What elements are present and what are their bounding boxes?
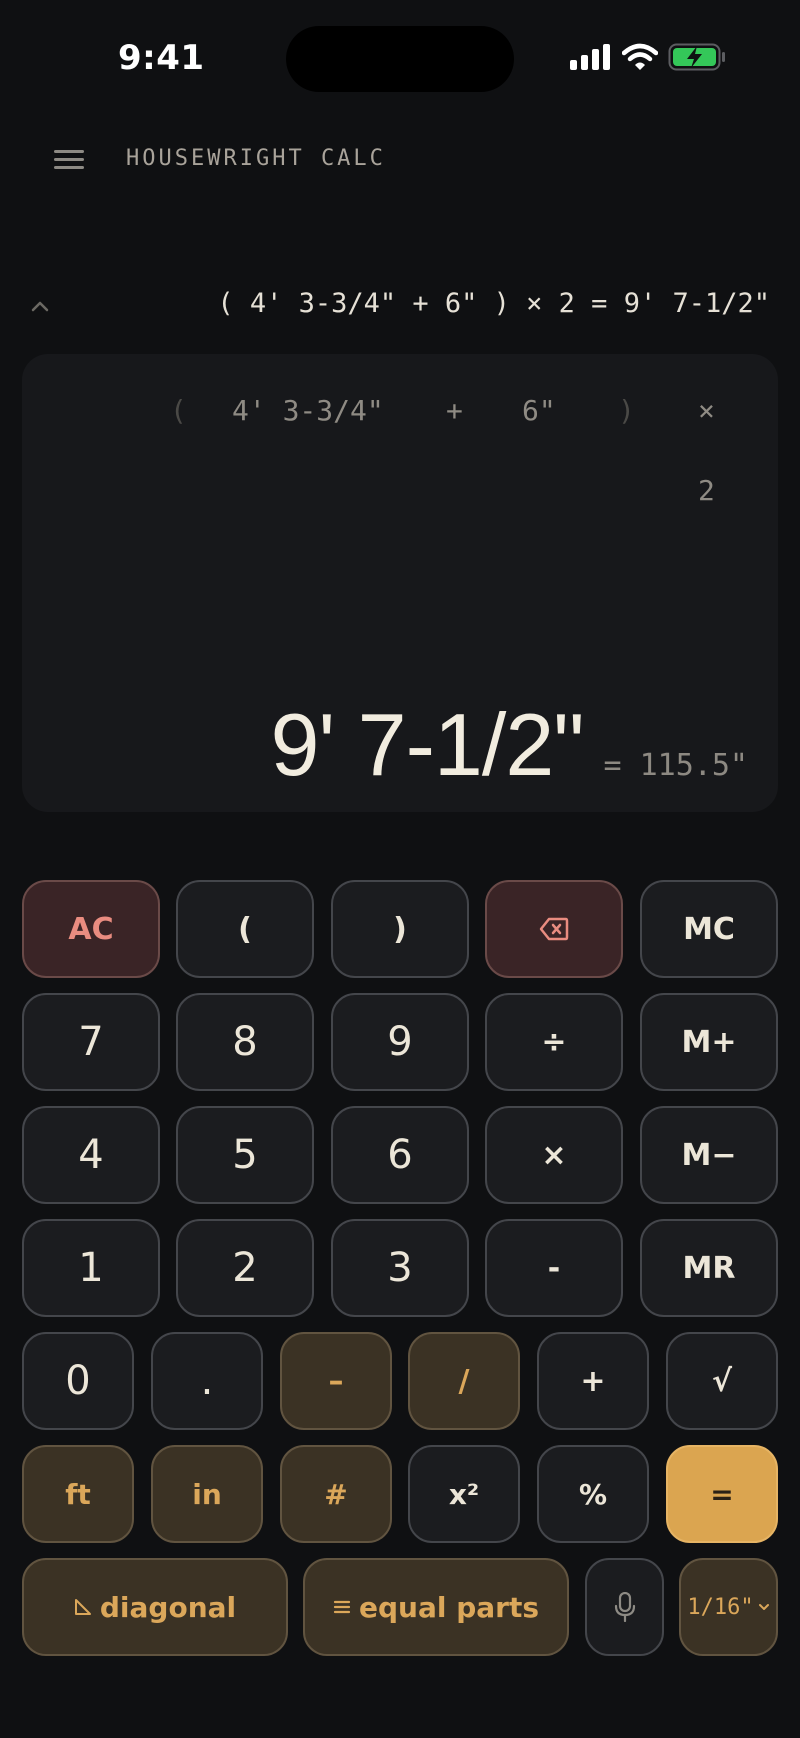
digit-5-button[interactable]: 5 xyxy=(176,1106,314,1204)
calculator-display: ( 4' 3-3/4" + 6" ) × 2 9' 7-1/2" = 115.5… xyxy=(22,354,778,812)
history-tape: ( 4' 3-3/4" + 6" ) × 2 = 9' 7-1/2" xyxy=(0,288,800,328)
digit-1-button[interactable]: 1 xyxy=(22,1219,160,1317)
result-decimal: = 115.5" xyxy=(603,748,749,783)
expression-token: ) xyxy=(618,394,635,427)
dynamic-island xyxy=(286,26,514,92)
precision-select[interactable]: 1/16" xyxy=(679,1558,778,1656)
feet-unit-button[interactable]: ft xyxy=(22,1445,134,1543)
chevron-up-icon[interactable] xyxy=(30,298,50,314)
memory-clear-button[interactable]: MC xyxy=(640,880,778,978)
fraction-dash-button[interactable]: – xyxy=(280,1332,392,1430)
square-button[interactable]: x² xyxy=(408,1445,520,1543)
expression-token: + xyxy=(446,394,463,427)
status-time: 9:41 xyxy=(118,38,205,78)
percent-button[interactable]: % xyxy=(537,1445,649,1543)
right-triangle-icon xyxy=(74,1598,92,1616)
app-title: HOUSEWRIGHT CALC xyxy=(126,146,386,171)
expression-token: ( xyxy=(170,394,187,427)
inch-unit-button[interactable]: in xyxy=(151,1445,263,1543)
memory-subtract-button[interactable]: M− xyxy=(640,1106,778,1204)
voice-input-button[interactable] xyxy=(585,1558,664,1656)
expression-token: 4' 3-3/4" xyxy=(232,394,384,427)
digit-2-button[interactable]: 2 xyxy=(176,1219,314,1317)
digit-0-button[interactable]: 0 xyxy=(22,1332,134,1430)
expression-token: 2 xyxy=(698,474,715,507)
square-root-button[interactable]: √ xyxy=(666,1332,778,1430)
app-header: HOUSEWRIGHT CALC xyxy=(0,140,800,180)
expression-token: 6" xyxy=(522,394,556,427)
microphone-icon xyxy=(614,1592,635,1622)
diagonal-label: diagonal xyxy=(99,1590,237,1624)
divide-button[interactable]: ÷ xyxy=(485,993,623,1091)
add-button[interactable]: + xyxy=(537,1332,649,1430)
status-icons xyxy=(570,42,726,72)
pound-unit-button[interactable]: # xyxy=(280,1445,392,1543)
result-area: 9' 7-1/2" = 115.5" xyxy=(270,694,748,796)
equal-parts-label: equal parts xyxy=(358,1590,539,1624)
open-paren-button[interactable]: ( xyxy=(176,880,314,978)
status-bar: 9:41 xyxy=(0,0,800,110)
digit-9-button[interactable]: 9 xyxy=(331,993,469,1091)
digit-7-button[interactable]: 7 xyxy=(22,993,160,1091)
cellular-signal-icon xyxy=(570,44,610,70)
memory-recall-button[interactable]: MR xyxy=(640,1219,778,1317)
memory-add-button[interactable]: M+ xyxy=(640,993,778,1091)
battery-charging-icon xyxy=(668,43,725,71)
backspace-button[interactable] xyxy=(485,880,623,978)
close-paren-button[interactable]: ) xyxy=(331,880,469,978)
multiply-button[interactable]: × xyxy=(485,1106,623,1204)
decimal-point-button[interactable]: . xyxy=(151,1332,263,1430)
chevron-down-icon xyxy=(758,1602,770,1612)
tape-expression: ( 4' 3-3/4" + 6" ) × 2 = 9' 7-1/2" xyxy=(217,288,770,319)
digit-6-button[interactable]: 6 xyxy=(331,1106,469,1204)
digit-4-button[interactable]: 4 xyxy=(22,1106,160,1204)
precision-value: 1/16" xyxy=(687,1594,754,1620)
equal-parts-button[interactable]: equal parts xyxy=(303,1558,569,1656)
diagonal-button[interactable]: diagonal xyxy=(22,1558,288,1656)
subtract-button[interactable]: - xyxy=(485,1219,623,1317)
all-clear-button[interactable]: AC xyxy=(22,880,160,978)
equals-button[interactable]: = xyxy=(666,1445,778,1543)
digit-8-button[interactable]: 8 xyxy=(176,993,314,1091)
fraction-slash-button[interactable]: / xyxy=(408,1332,520,1430)
expression-token: × xyxy=(698,394,715,427)
menu-icon[interactable] xyxy=(54,150,84,170)
backspace-icon xyxy=(539,917,569,941)
digit-3-button[interactable]: 3 xyxy=(331,1219,469,1317)
result-value: 9' 7-1/2" xyxy=(270,695,584,794)
wifi-icon xyxy=(622,43,658,70)
equal-parts-icon xyxy=(333,1599,351,1615)
